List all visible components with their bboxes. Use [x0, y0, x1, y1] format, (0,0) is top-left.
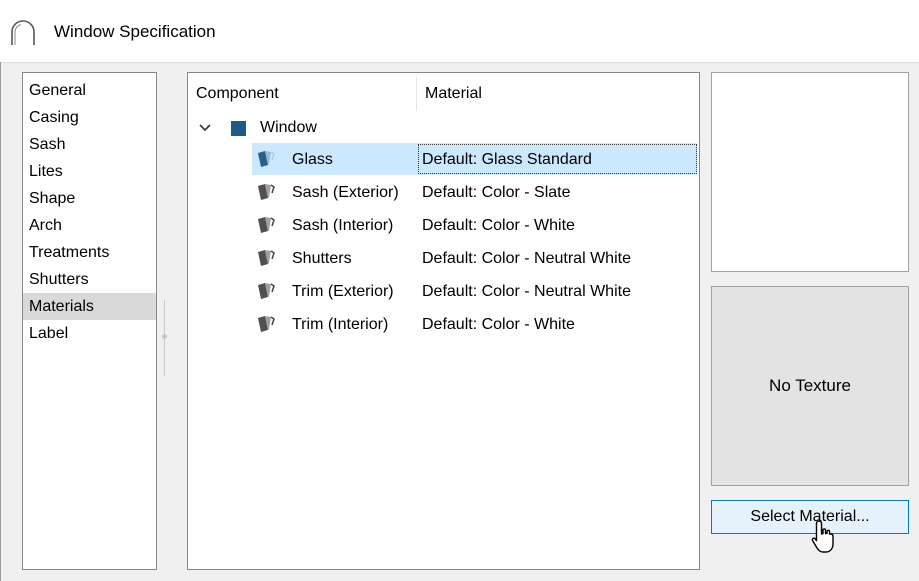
material-preview: [711, 72, 909, 272]
nav-item-materials[interactable]: Materials: [23, 293, 156, 320]
splitter-grip[interactable]: [162, 334, 167, 339]
square-icon: [231, 121, 246, 136]
nav-item-sash[interactable]: Sash: [23, 131, 156, 158]
nav-item-lites[interactable]: Lites: [23, 158, 156, 185]
materials-tree[interactable]: Component Material Window Glass Default:…: [187, 72, 700, 570]
category-list[interactable]: General Casing Sash Lites Shape Arch Tre…: [22, 72, 157, 570]
component-label: Trim (Exterior): [292, 283, 394, 300]
material-icon: [258, 283, 275, 299]
nav-item-shutters[interactable]: Shutters: [23, 266, 156, 293]
arch-icon: [11, 20, 35, 45]
material-value: Default: Color - White: [422, 217, 575, 234]
material-icon: [258, 184, 275, 200]
nav-item-casing[interactable]: Casing: [23, 104, 156, 131]
column-header-material[interactable]: Material: [425, 73, 482, 115]
component-label: Sash (Interior): [292, 217, 394, 234]
nav-item-general[interactable]: General: [23, 77, 156, 104]
material-icon: [258, 316, 275, 332]
component-label: Shutters: [292, 250, 352, 267]
material-icon: [258, 151, 275, 167]
nav-item-shape[interactable]: Shape: [23, 185, 156, 212]
column-separator[interactable]: [416, 77, 417, 111]
material-value: Default: Glass Standard: [422, 151, 592, 168]
material-icon: [258, 250, 275, 266]
component-label: Sash (Exterior): [292, 184, 399, 201]
material-value: Default: Color - Neutral White: [422, 283, 631, 300]
cursor-icon: [811, 520, 834, 553]
nav-item-arch[interactable]: Arch: [23, 212, 156, 239]
column-header-component[interactable]: Component: [196, 73, 279, 115]
tree-root-window[interactable]: Window: [260, 119, 317, 137]
material-value: Default: Color - Slate: [422, 184, 571, 201]
material-value: Default: Color - Neutral White: [422, 250, 631, 267]
material-icon: [258, 217, 275, 233]
component-label: Trim (Interior): [292, 316, 389, 333]
window-title: Window Specification: [54, 22, 216, 41]
texture-preview: No Texture: [711, 286, 909, 486]
no-texture-label: No Texture: [769, 376, 851, 395]
chevron-down-icon[interactable]: [198, 121, 212, 135]
window-frame: [0, 62, 1, 581]
nav-item-treatments[interactable]: Treatments: [23, 239, 156, 266]
nav-item-label[interactable]: Label: [23, 320, 156, 347]
title-bar: Window Specification: [0, 0, 919, 63]
material-value: Default: Color - White: [422, 316, 575, 333]
component-label: Glass: [292, 151, 333, 168]
